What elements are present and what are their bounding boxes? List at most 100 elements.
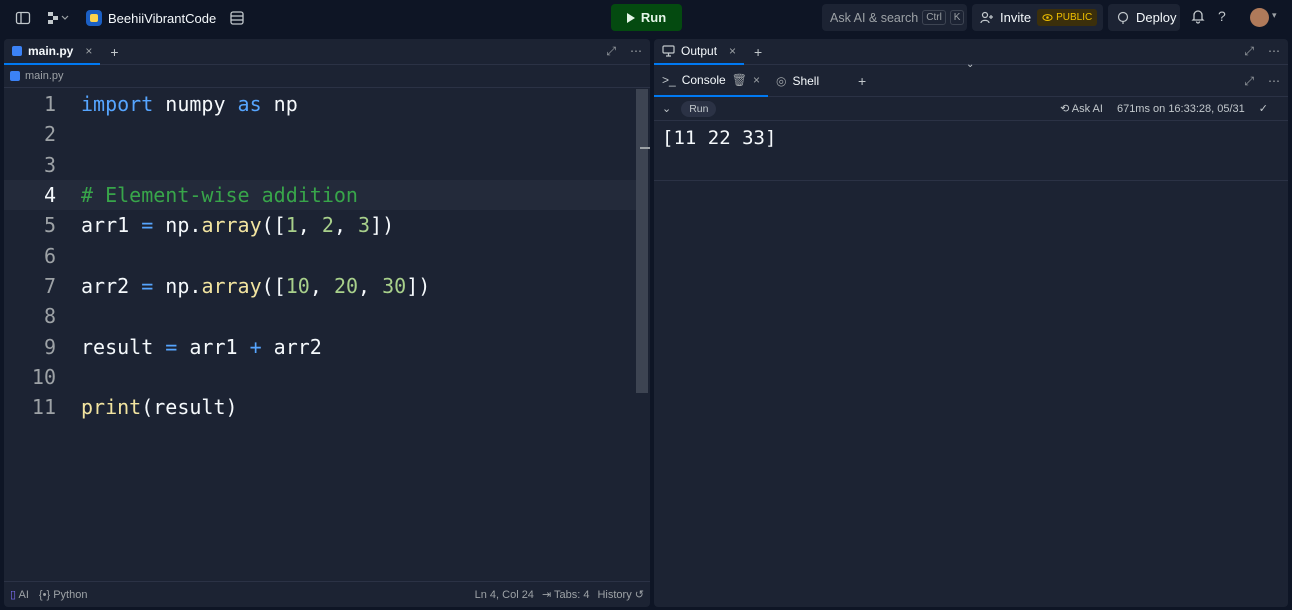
output-tab-bar: Output × + ⌄ bbox=[654, 39, 1288, 70]
invite-button[interactable]: Invite PUBLIC bbox=[972, 4, 1103, 31]
chevron-down-icon[interactable]: ⌄ bbox=[662, 102, 671, 115]
repl-name[interactable]: BeehiiVibrantCode bbox=[86, 10, 216, 26]
run-entry-header[interactable]: ⌄ Run ⟲ Ask AI 671ms on 16:33:28, 05/31 … bbox=[654, 97, 1288, 121]
line-number: 9 bbox=[43, 334, 56, 359]
run-button-label: Run bbox=[640, 10, 667, 25]
editor-tab-bar: main.py × + bbox=[4, 39, 650, 65]
code-line: 7 arr2 = np.array([10, 20, 30]) bbox=[4, 271, 636, 301]
tab-output[interactable]: Output × bbox=[654, 39, 745, 65]
tab-output-label: Output bbox=[681, 43, 718, 58]
code-line: 2 bbox=[4, 119, 636, 149]
line-number: 8 bbox=[43, 304, 56, 329]
shell-icon: ◎ bbox=[775, 73, 787, 88]
expand-icon[interactable]: ⤢ bbox=[1244, 74, 1254, 89]
ask-ai-button[interactable]: ⟲ Ask AI bbox=[1060, 102, 1103, 115]
deploy-label: Deploy bbox=[1136, 10, 1177, 25]
tab-size[interactable]: ⇥ Tabs: 4 bbox=[542, 588, 590, 601]
add-tab-icon[interactable]: + bbox=[100, 44, 128, 60]
terminal-prompt-icon: >_ bbox=[662, 72, 676, 87]
line-number: 10 bbox=[31, 364, 56, 389]
tab-arrow-icon: ⇥ bbox=[541, 589, 552, 601]
line-number: 4 bbox=[43, 183, 56, 208]
line-number: 1 bbox=[43, 92, 56, 117]
editor-scrollbar[interactable] bbox=[636, 89, 648, 393]
run-button[interactable]: Run bbox=[611, 4, 682, 31]
code-line: 10 bbox=[4, 362, 636, 392]
console-tab-bar: >_ Console 🗑 × ◎ Shell + ⤢ ⋯ bbox=[654, 65, 1288, 97]
more-options-icon[interactable]: ⋯ bbox=[1268, 44, 1280, 59]
python-file-icon bbox=[10, 71, 20, 81]
repl-info-icon[interactable] bbox=[226, 7, 248, 29]
code-line-active: 4 # Element-wise addition bbox=[4, 179, 636, 211]
chevron-down-icon[interactable]: ▾ bbox=[1272, 10, 1277, 21]
avatar[interactable] bbox=[1250, 8, 1269, 27]
tab-console[interactable]: >_ Console 🗑 × bbox=[654, 65, 768, 97]
code-line: 9 result = arr1 + arr2 bbox=[4, 331, 636, 361]
expand-icon[interactable]: ⤢ bbox=[606, 44, 616, 59]
language-status[interactable]: {•} Python bbox=[39, 589, 88, 601]
public-label: PUBLIC bbox=[1056, 12, 1093, 23]
more-options-icon[interactable]: ⋯ bbox=[1268, 74, 1280, 89]
breadcrumb-file[interactable]: main.py bbox=[25, 70, 64, 82]
history-button[interactable]: History ↺ bbox=[597, 588, 644, 601]
cursor-position[interactable]: Ln 4, Col 24 bbox=[475, 589, 534, 601]
code-line: 11 print(result) bbox=[4, 392, 636, 422]
sidebar-toggle-icon[interactable] bbox=[12, 7, 34, 29]
search-placeholder: Ask AI & search bbox=[830, 10, 919, 25]
python-logo-icon bbox=[86, 10, 102, 26]
ask-ai-icon: ⟲ bbox=[1060, 103, 1070, 115]
line-number: 7 bbox=[43, 273, 56, 298]
help-icon[interactable]: ? bbox=[1218, 8, 1226, 24]
close-icon[interactable]: × bbox=[85, 44, 92, 58]
shortcut-ctrl: Ctrl bbox=[922, 10, 946, 25]
close-icon[interactable]: × bbox=[753, 73, 760, 87]
line-number: 6 bbox=[43, 243, 56, 268]
public-badge: PUBLIC bbox=[1037, 9, 1098, 26]
code-line: 5 arr1 = np.array([1, 2, 3]) bbox=[4, 210, 636, 240]
more-options-icon[interactable]: ⋯ bbox=[630, 44, 642, 59]
editor-pane: main.py × + ⤢ ⋯ main.py 1 import numpy as… bbox=[4, 39, 650, 607]
code-editor[interactable]: 1 import numpy as np 2 3 4 # Element-wise … bbox=[4, 89, 636, 581]
check-icon: ✓ bbox=[1258, 103, 1268, 115]
replit-logo-icon[interactable] bbox=[44, 7, 72, 29]
code-line: 3 bbox=[4, 150, 636, 180]
line-number: 3 bbox=[43, 152, 56, 177]
close-icon[interactable]: × bbox=[729, 44, 736, 58]
invite-label: Invite bbox=[1000, 10, 1032, 25]
add-tab-icon[interactable]: + bbox=[848, 73, 876, 89]
code-line: 8 bbox=[4, 301, 636, 331]
expand-icon[interactable]: ⤢ bbox=[1244, 44, 1254, 59]
line-number: 11 bbox=[31, 395, 56, 420]
add-tab-icon[interactable]: + bbox=[744, 44, 772, 60]
tab-main-py[interactable]: main.py × bbox=[4, 39, 101, 65]
top-bar: BeehiiVibrantCode Run Ask AI & search Ct… bbox=[0, 0, 1292, 36]
trash-icon[interactable]: 🗑 bbox=[732, 73, 747, 87]
deploy-icon bbox=[1117, 11, 1129, 24]
monitor-icon bbox=[662, 44, 675, 57]
ai-status[interactable]: ▯ AI bbox=[10, 588, 29, 601]
output-pane: Output × + ⌄ ⤢ ⋯ >_ Console 🗑 × ◎ Shell … bbox=[654, 39, 1288, 607]
history-icon: ↺ bbox=[634, 589, 644, 601]
deploy-button[interactable]: Deploy bbox=[1108, 4, 1180, 31]
tab-console-label: Console bbox=[681, 72, 726, 87]
add-user-icon bbox=[980, 11, 993, 23]
play-icon bbox=[626, 12, 635, 23]
braces-icon: {•} bbox=[38, 588, 51, 601]
ai-icon: ▯ bbox=[10, 589, 17, 601]
status-bar: ▯ AI {•} Python Ln 4, Col 24 ⇥ Tabs: 4 H… bbox=[4, 581, 650, 607]
console-output: [11 22 33] bbox=[654, 121, 1288, 181]
tab-shell[interactable]: ◎ Shell bbox=[768, 65, 848, 97]
code-line: 1 import numpy as np bbox=[4, 89, 636, 119]
python-file-icon bbox=[12, 45, 22, 56]
run-chip: Run bbox=[681, 100, 717, 117]
line-number: 5 bbox=[43, 213, 56, 238]
tab-main-py-label: main.py bbox=[28, 43, 74, 58]
line-number: 2 bbox=[43, 122, 56, 147]
tab-shell-label: Shell bbox=[792, 73, 820, 88]
bell-icon[interactable] bbox=[1190, 8, 1206, 29]
breadcrumb: main.py bbox=[4, 65, 650, 88]
ask-ai-search[interactable]: Ask AI & search Ctrl K bbox=[822, 4, 967, 31]
shortcut-k: K bbox=[949, 10, 965, 25]
repl-name-label: BeehiiVibrantCode bbox=[108, 10, 217, 26]
eye-icon bbox=[1042, 14, 1053, 21]
